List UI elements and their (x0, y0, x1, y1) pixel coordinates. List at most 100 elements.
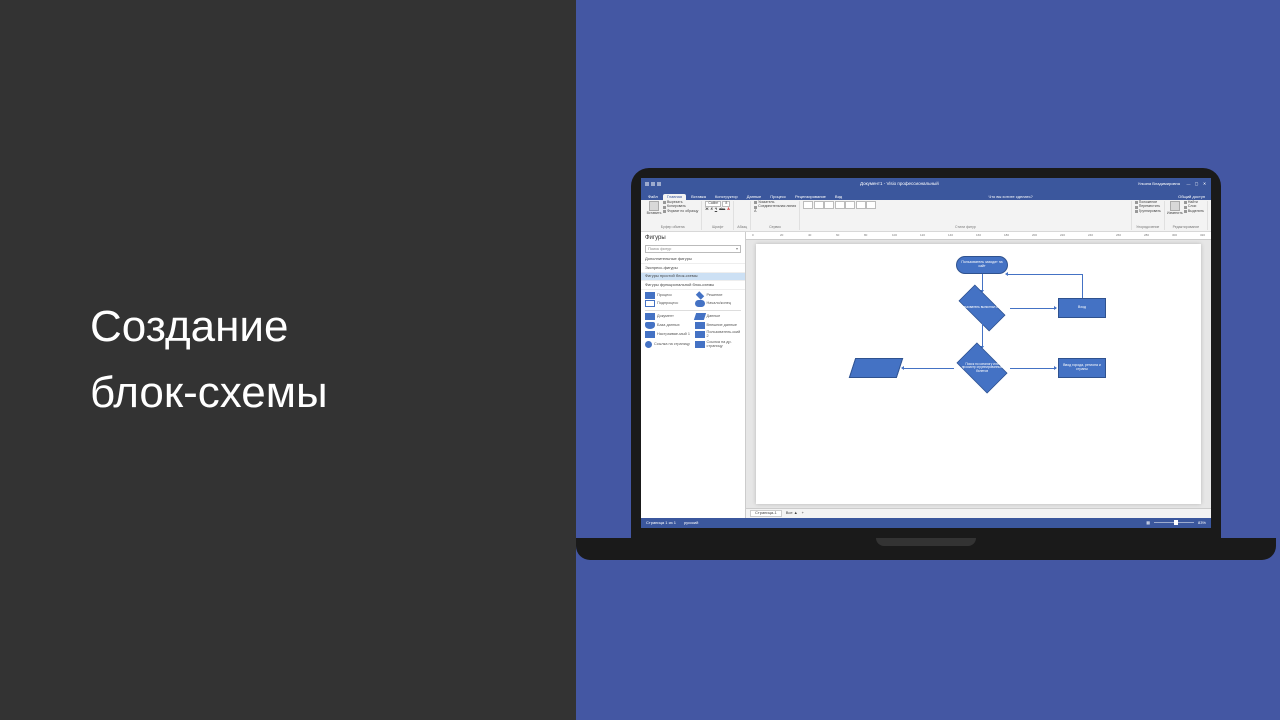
change-label: Изменить (1167, 212, 1183, 216)
process-icon (645, 292, 655, 299)
flow-node-city-input[interactable]: Ввод города, региона и страны (1058, 358, 1106, 378)
edit-group-label: Редактирование (1168, 226, 1204, 230)
qat-save-icon[interactable] (645, 182, 649, 186)
flow-node-start[interactable]: Пользователь заходит на сайт (956, 256, 1008, 274)
ribbon-tabs: Файл Главная Вставка Конструктор Данные … (641, 190, 1211, 200)
painter-icon (663, 210, 666, 213)
user-name[interactable]: Ульяна Владимировна (1138, 182, 1180, 186)
shape-process[interactable]: Процесс (645, 292, 692, 299)
subprocess-icon (645, 300, 655, 307)
flow-arrow-2[interactable] (1010, 308, 1056, 309)
search-dropdown-icon[interactable]: ▾ (736, 247, 738, 251)
change-shape-button[interactable]: Изменить (1168, 201, 1182, 223)
flow-arrow-4[interactable] (1010, 368, 1056, 369)
pointer-icon (754, 201, 757, 204)
group-label: Группировать (1139, 210, 1161, 214)
flow-arrow-3[interactable] (982, 322, 983, 348)
flow-node-decision-login[interactable]: Пользователь выполнил вход? (952, 292, 1012, 324)
view-mode-icon[interactable]: ▦ (1146, 521, 1150, 525)
quick-access-toolbar[interactable] (645, 182, 661, 186)
window-controls: — ▢ ✕ (1186, 182, 1207, 187)
visio-app: Документ1 - Visio профессиональный Ульян… (641, 178, 1211, 528)
shape-data[interactable]: Данные (695, 313, 742, 320)
titlebar: Документ1 - Visio профессиональный Ульян… (641, 178, 1211, 190)
painter-label: Формат по образцу (667, 210, 698, 214)
text-tool-label: A (754, 210, 756, 214)
connector-tool[interactable]: Соединительная линия (754, 205, 796, 209)
close-icon[interactable]: ✕ (1202, 182, 1207, 187)
page-tab-all[interactable]: Все ▲ (786, 511, 798, 515)
text-tool[interactable]: A (754, 210, 796, 214)
shapes-pane-title: Фигуры (641, 232, 745, 245)
ribbon-group-paragraph: Абзац (734, 201, 751, 230)
more-shapes[interactable]: Дополнительные фигуры (641, 256, 745, 264)
qat-undo-icon[interactable] (651, 182, 655, 186)
shape-external[interactable]: Внешние данные (695, 322, 742, 329)
database-icon (645, 322, 655, 329)
paste-label: Вставить (647, 212, 662, 216)
drawing-canvas[interactable]: Пользователь заходит на сайт Пользовател… (756, 244, 1201, 504)
italic-button[interactable]: К (711, 208, 713, 212)
shape-onpage-ref[interactable]: Ссылка на страницу (645, 340, 692, 348)
underline-button[interactable]: Ч (715, 208, 717, 212)
shape-styles-group-label: Стили фигур (803, 226, 1128, 230)
minimize-icon[interactable]: — (1186, 182, 1191, 187)
group-button[interactable]: Группировать (1135, 210, 1161, 214)
font-name-select[interactable]: Calibri (705, 201, 721, 207)
paste-button[interactable]: Вставить (647, 201, 661, 223)
flow-arrow-2-head (1054, 306, 1057, 310)
shape-style-gallery[interactable] (803, 201, 876, 209)
page-tabs: Страница-1 Все ▲ + (746, 508, 1211, 518)
font-color-button[interactable]: A (727, 208, 730, 212)
connector-label: Соединительная линия (758, 205, 796, 209)
laptop-screen: Документ1 - Visio профессиональный Ульян… (631, 168, 1221, 538)
shape-list: Процесс Решение Подпроцесс Начало/конец … (641, 290, 745, 351)
stencil-cross-functional[interactable]: Фигуры функциональной блок-схемы (641, 281, 745, 289)
ribbon-group-arrange: Положение Переместить Группировать Упоря… (1132, 201, 1165, 230)
slide-title-line1: Создание (90, 294, 576, 360)
zoom-level[interactable]: 83% (1198, 521, 1206, 525)
offpage-icon (695, 341, 705, 348)
shapes-search-input[interactable]: Поиск фигур ▾ (645, 245, 741, 253)
strike-button[interactable]: abc (719, 208, 725, 212)
flow-arrow-loop-h[interactable] (1008, 274, 1083, 275)
page-tab-1[interactable]: Страница-1 (750, 510, 782, 517)
flow-arrow-5[interactable] (904, 368, 954, 369)
shape-subprocess[interactable]: Подпроцесс (645, 300, 692, 307)
tools-group-label: Сервис (754, 226, 796, 230)
terminator-icon (695, 300, 705, 307)
flow-arrow-loop-head (1005, 272, 1008, 276)
shape-terminator[interactable]: Начало/конец (695, 300, 742, 307)
ribbon-group-edit: Изменить Найти Слои Выделить Редактирова… (1165, 201, 1208, 230)
laptop-notch (876, 538, 976, 546)
zoom-slider[interactable] (1154, 522, 1194, 523)
font-size-select[interactable]: 8 (722, 201, 730, 207)
quick-shapes[interactable]: Экспресс-фигуры (641, 264, 745, 272)
shape-database[interactable]: База данных (645, 322, 692, 329)
flow-arrow-4-head (1054, 366, 1057, 370)
shapes-pane: Фигуры Поиск фигур ▾ Дополнительные фигу… (641, 232, 746, 518)
slide-title-line2: блок-схемы (90, 360, 576, 426)
maximize-icon[interactable]: ▢ (1194, 182, 1199, 187)
arrange-group-label: Упорядочение (1135, 226, 1161, 230)
shape-custom1[interactable]: Настраивае-мый 1 (645, 330, 692, 338)
format-painter-button[interactable]: Формат по образцу (663, 210, 698, 214)
flow-node-login[interactable]: Вход (1058, 298, 1106, 318)
stencil-basic-flowchart[interactable]: Фигуры простой блок-схемы (641, 273, 745, 281)
select-label: Выделить (1188, 210, 1204, 214)
change-shape-icon (1170, 201, 1180, 211)
status-page: Страница 1 из 1 (646, 521, 676, 525)
status-language[interactable]: русский (684, 521, 698, 525)
flow-node-data[interactable] (849, 358, 903, 378)
shape-decision[interactable]: Решение (695, 292, 742, 299)
flow-arrow-loop-v[interactable] (1082, 274, 1083, 298)
flow-arrow-5-head (901, 366, 904, 370)
shape-custom2[interactable]: Пользователь-ский 2 (695, 330, 742, 338)
select-button[interactable]: Выделить (1184, 210, 1204, 214)
page-tab-add[interactable]: + (802, 511, 804, 515)
shape-offpage-ref[interactable]: Ссылка на др. страницу (695, 340, 742, 348)
custom2-icon (695, 331, 705, 338)
flow-node-decision-search[interactable]: Поиск по каталогу или просмотр сгруппиро… (952, 348, 1012, 388)
shape-document[interactable]: Документ (645, 313, 692, 320)
bold-button[interactable]: Ж (705, 208, 708, 212)
